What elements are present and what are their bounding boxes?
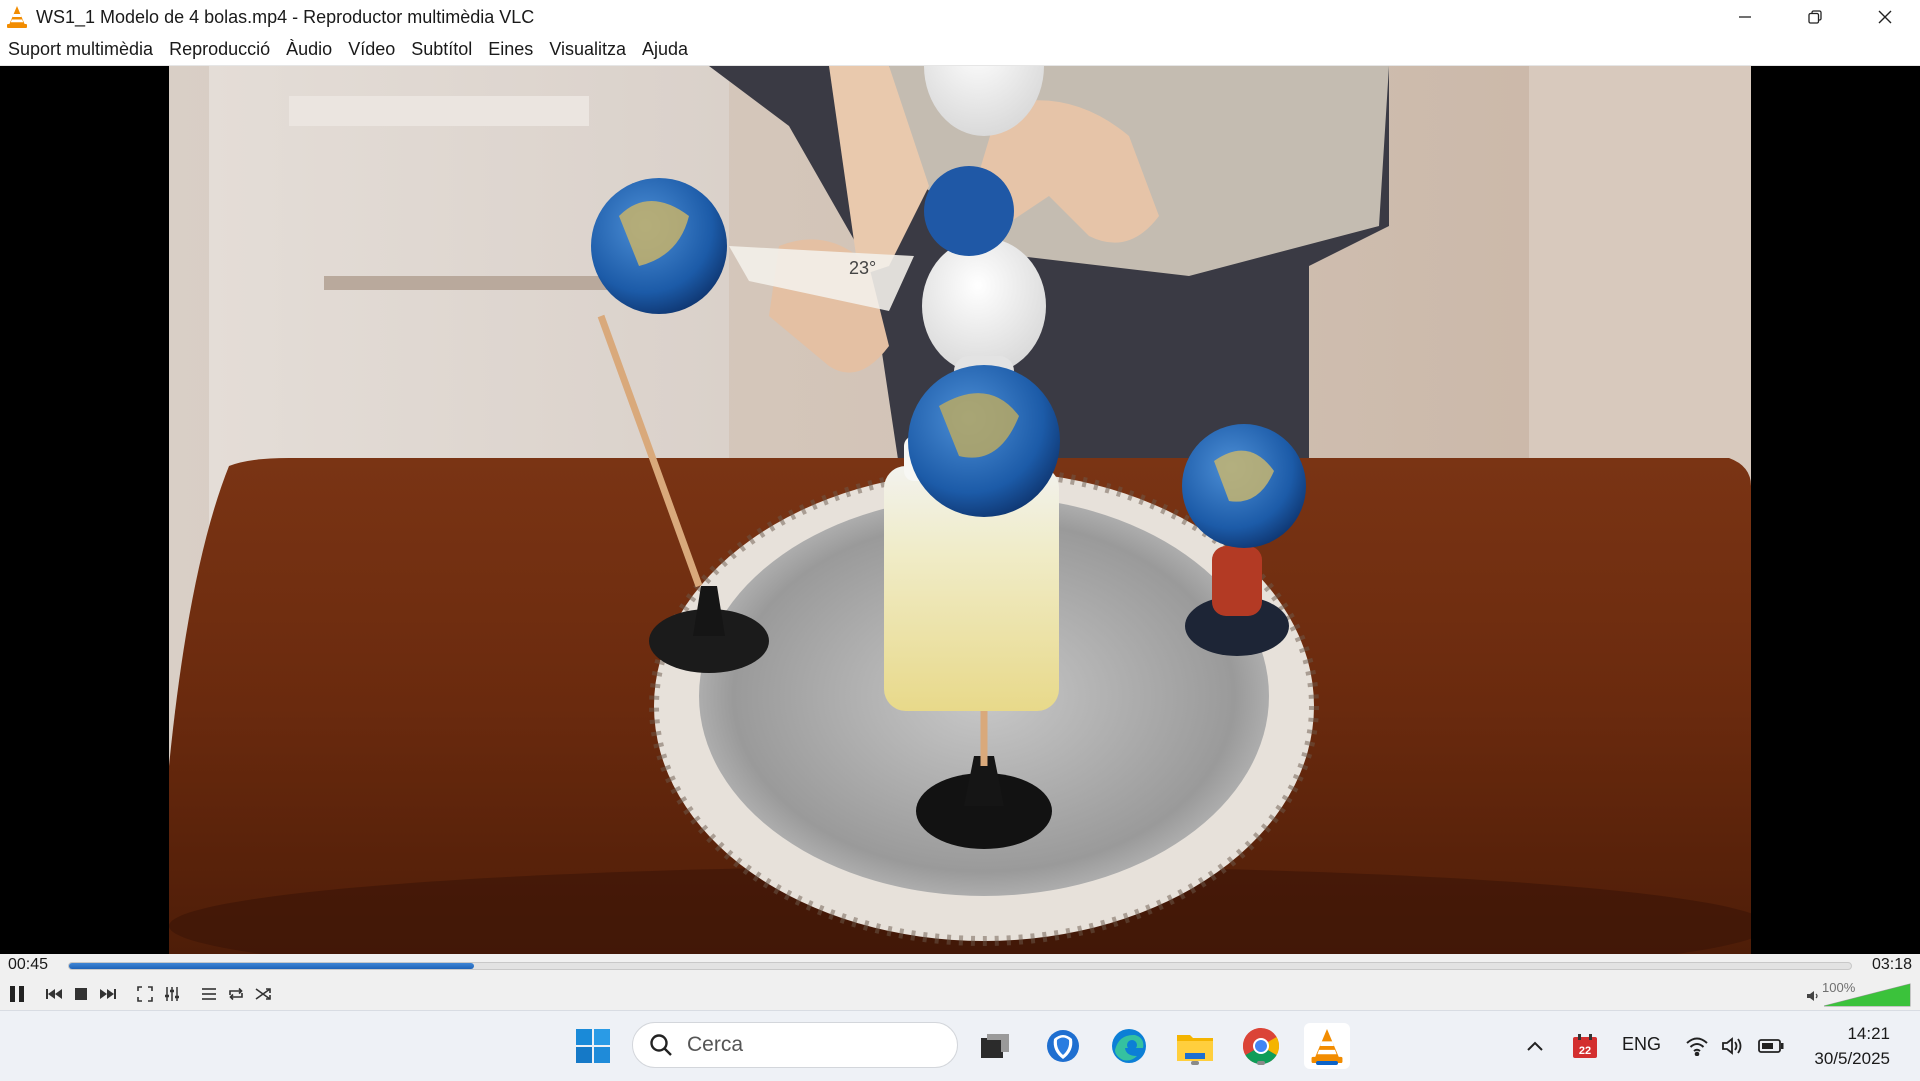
fullscreen-icon: [137, 986, 153, 1002]
calendar-icon: 22: [1573, 1034, 1597, 1058]
close-icon: [1878, 10, 1892, 24]
taskbar-search[interactable]: [632, 1022, 958, 1068]
previous-button[interactable]: [41, 981, 67, 1007]
menu-audio[interactable]: Àudio: [278, 39, 340, 60]
elapsed-time: 00:45: [8, 956, 49, 973]
menu-subtitle[interactable]: Subtítol: [403, 39, 480, 60]
show-hidden-icons-button[interactable]: [1514, 1023, 1556, 1069]
calendar-badge: 22: [1579, 1045, 1591, 1057]
windows-logo-icon: [576, 1029, 610, 1063]
loop-icon: [229, 987, 243, 1001]
taskbar: 22 ENG 14:21 30/5/2025: [0, 1010, 1920, 1081]
taskbar-app-file-explorer[interactable]: [1172, 1023, 1218, 1069]
restore-icon: [1808, 10, 1822, 24]
total-time: 03:18: [1871, 956, 1912, 973]
stop-icon: [75, 988, 87, 1000]
minimize-button[interactable]: [1710, 0, 1780, 34]
search-input[interactable]: [687, 1033, 917, 1057]
menu-help[interactable]: Ajuda: [634, 39, 696, 60]
taskbar-app-chrome[interactable]: [1238, 1023, 1284, 1069]
menu-tools[interactable]: Eines: [480, 39, 541, 60]
volume-tray-button[interactable]: [1712, 1023, 1754, 1069]
menu-bar: Suport multimèdia Reproducció Àudio Víde…: [0, 34, 1920, 66]
browser-shield-icon: [1047, 1030, 1079, 1062]
close-button[interactable]: [1850, 0, 1920, 34]
window-title: WS1_1 Modelo de 4 bolas.mp4 - Reproducto…: [36, 6, 535, 27]
shuffle-button[interactable]: [250, 981, 276, 1007]
minimize-icon: [1739, 16, 1751, 18]
previous-icon: [46, 989, 62, 999]
seek-bar[interactable]: [68, 962, 1852, 970]
transport-controls: [4, 981, 277, 1007]
battery-icon: [1758, 1039, 1784, 1053]
search-icon: [649, 1033, 673, 1057]
task-view-icon: [981, 1034, 1009, 1058]
pause-icon: [10, 986, 24, 1002]
taskbar-app-edge[interactable]: [1106, 1023, 1152, 1069]
wifi-icon: [1686, 1037, 1708, 1056]
extended-settings-button[interactable]: [159, 981, 185, 1007]
speaker-icon: [1807, 991, 1818, 1001]
playlist-icon: [202, 988, 216, 1000]
angle-label: 23°: [849, 258, 876, 278]
vlc-cone-icon: [1311, 1029, 1343, 1063]
speaker-icon: [1722, 1037, 1742, 1055]
menu-video[interactable]: Vídeo: [340, 39, 403, 60]
player-controls: 00:45 03:18 100%: [0, 954, 1920, 1010]
clock[interactable]: 14:21 30/5/2025: [1814, 1021, 1890, 1071]
stop-button[interactable]: [68, 981, 94, 1007]
clock-time: 14:21: [1847, 1024, 1890, 1043]
shuffle-icon: [255, 988, 271, 1000]
clock-date: 30/5/2025: [1814, 1049, 1890, 1068]
window-controls: [1710, 0, 1920, 34]
menu-playback[interactable]: Reproducció: [161, 39, 278, 60]
equalizer-icon: [165, 987, 179, 1001]
input-language[interactable]: ENG: [1622, 1034, 1661, 1055]
start-button[interactable]: [570, 1023, 616, 1069]
next-icon: [100, 989, 116, 999]
fullscreen-button[interactable]: [132, 981, 158, 1007]
pause-button[interactable]: [4, 981, 30, 1007]
next-button[interactable]: [95, 981, 121, 1007]
video-area[interactable]: 23°: [0, 66, 1920, 954]
volume-slider[interactable]: [1824, 982, 1912, 1008]
video-frame: 23°: [169, 66, 1751, 954]
taskbar-app-vlc[interactable]: [1304, 1023, 1350, 1069]
menu-view[interactable]: Visualitza: [541, 39, 634, 60]
task-view-button[interactable]: [972, 1023, 1018, 1069]
chevron-up-icon: [1527, 1041, 1543, 1051]
calendar-app-button[interactable]: 22: [1564, 1023, 1606, 1069]
loop-button[interactable]: [223, 981, 249, 1007]
taskbar-app-shield[interactable]: [1040, 1023, 1086, 1069]
restore-button[interactable]: [1780, 0, 1850, 34]
menu-media[interactable]: Suport multimèdia: [0, 39, 161, 60]
vlc-cone-icon: [7, 6, 27, 28]
seek-progress: [69, 963, 474, 969]
battery-button[interactable]: [1750, 1023, 1792, 1069]
chrome-icon: [1242, 1028, 1280, 1065]
folder-icon: [1177, 1035, 1213, 1061]
playlist-button[interactable]: [196, 981, 222, 1007]
title-bar: WS1_1 Modelo de 4 bolas.mp4 - Reproducto…: [0, 0, 1920, 34]
edge-icon: [1112, 1029, 1146, 1063]
volume-control[interactable]: 100%: [1802, 980, 1914, 1008]
